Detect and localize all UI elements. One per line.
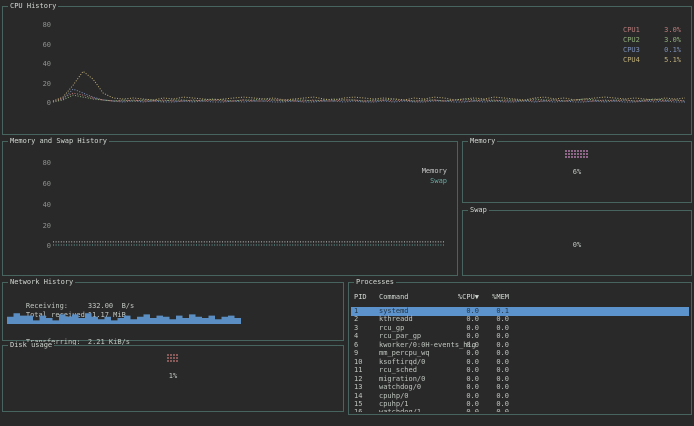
disk-gauge-dots-icon: [167, 354, 179, 363]
memory-legend-label: Memory: [422, 166, 447, 176]
swap-gauge-value: 0%: [463, 241, 691, 249]
memory-swap-legend: Memory Swap: [422, 166, 447, 186]
processes-header-row: PID Command %CPU▼ %MEM: [349, 293, 691, 302]
process-cpu: 0.0: [449, 408, 479, 412]
disk-usage-panel: Disk usage 1%: [2, 345, 344, 412]
memory-swap-history-chart: [3, 142, 457, 275]
cpu-history-chart: [3, 7, 691, 134]
swap-gauge-panel: Swap 0%: [462, 210, 692, 276]
cpu2-label: CPU2: [623, 35, 640, 45]
column-header-mem[interactable]: %MEM: [481, 293, 509, 301]
cpu2-legend-row: CPU2 3.0%: [623, 35, 681, 45]
cpu-history-panel: CPU History 80 60 40 20 0 CPU1 3.0% CPU2…: [2, 6, 692, 135]
cpu-legend: CPU1 3.0% CPU2 3.0% CPU3 0.1% CPU4 5.1%: [623, 25, 681, 65]
memory-swap-history-panel: Memory and Swap History 80 60 40 20 0 Me…: [2, 141, 458, 276]
process-command: watchdog/1: [379, 408, 421, 412]
swap-legend-label: Swap: [422, 176, 447, 186]
cpu2-value: 3.0%: [664, 35, 681, 45]
cpu4-legend-row: CPU4 5.1%: [623, 55, 681, 65]
disk-gauge-value: 1%: [3, 372, 343, 380]
swap-gauge-title: Swap: [468, 207, 489, 214]
process-pid: 16: [354, 408, 362, 412]
network-history-panel: Network History Receiving:332.00 B/s Tot…: [2, 282, 344, 341]
cpu1-legend-row: CPU1 3.0%: [623, 25, 681, 35]
processes-list: 1systemd0.00.12kthreadd0.00.03rcu_gp0.00…: [351, 307, 689, 412]
process-row[interactable]: 16 watchdog/1 0.00.0: [351, 408, 689, 412]
cpu3-value: 0.1%: [664, 45, 681, 55]
disk-usage-title: Disk usage: [8, 342, 54, 349]
memory-gauge-value: 6%: [463, 168, 691, 176]
process-mem: 0.0: [481, 408, 509, 412]
cpu3-label: CPU3: [623, 45, 640, 55]
column-header-command[interactable]: Command: [379, 293, 409, 301]
memory-gauge-title: Memory: [468, 138, 497, 145]
processes-title: Processes: [354, 279, 396, 286]
processes-panel: Processes PID Command %CPU▼ %MEM 1system…: [348, 282, 692, 415]
memory-gauge-panel: Memory 6%: [462, 141, 692, 203]
cpu4-value: 5.1%: [664, 55, 681, 65]
column-header-cpu-sort[interactable]: %CPU▼: [449, 293, 479, 301]
cpu3-legend-row: CPU3 0.1%: [623, 45, 681, 55]
cpu1-value: 3.0%: [664, 25, 681, 35]
cpu1-label: CPU1: [623, 25, 640, 35]
network-receiving-sparkline: [3, 283, 343, 327]
cpu4-label: CPU4: [623, 55, 640, 65]
memory-gauge-dots-icon: [565, 150, 589, 159]
column-header-pid[interactable]: PID: [354, 293, 367, 301]
